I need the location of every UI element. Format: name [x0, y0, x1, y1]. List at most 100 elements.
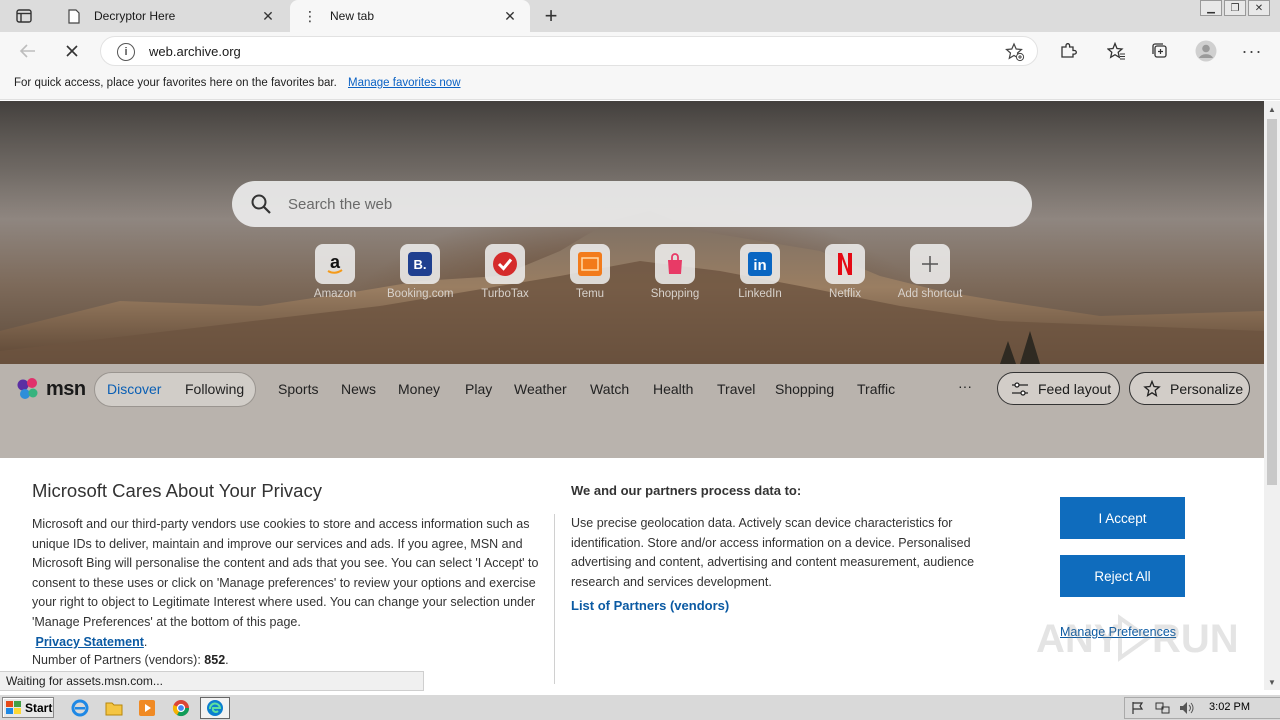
window-controls: ▁ ❐ ✕ — [1200, 0, 1270, 16]
shortcut-netflix[interactable]: Netflix — [812, 244, 878, 300]
info-icon[interactable]: i — [117, 43, 135, 61]
msn-logo[interactable]: msn — [16, 374, 86, 404]
feed-layout-button[interactable]: Feed layout — [997, 372, 1120, 405]
network-icon[interactable] — [1155, 701, 1171, 718]
back-button[interactable] — [16, 40, 40, 62]
profile-button[interactable] — [1194, 40, 1218, 62]
tab-decryptor[interactable]: Decryptor Here ✕ — [54, 0, 288, 32]
puzzle-icon — [1061, 43, 1077, 58]
feed-layout-label: Feed layout — [1038, 380, 1112, 397]
tab-title: Decryptor Here — [94, 9, 176, 23]
stop-loading-button[interactable] — [60, 40, 84, 62]
svg-text:a: a — [330, 252, 341, 272]
shortcut-shopping[interactable]: Shopping — [642, 244, 708, 300]
consent-title: Microsoft Cares About Your Privacy — [32, 480, 322, 501]
tab-following[interactable]: Following — [185, 381, 244, 397]
avatar-icon — [1195, 40, 1217, 62]
vertical-scrollbar[interactable]: ▲ ▼ — [1264, 101, 1280, 690]
tab-title: New tab — [330, 9, 375, 23]
purposes-text: Use precise geolocation data. Actively s… — [571, 516, 975, 589]
nav-travel[interactable]: Travel — [717, 381, 755, 397]
add-favorite-icon[interactable] — [1005, 42, 1025, 62]
anyrun-watermark-logo: ANY RUN — [1036, 614, 1236, 662]
search-input[interactable] — [288, 189, 988, 219]
file-explorer-icon[interactable] — [104, 698, 124, 718]
shortcut-add[interactable]: Add shortcut — [897, 244, 963, 300]
tab-new-tab[interactable]: ⋮ New tab ✕ — [290, 0, 530, 32]
scroll-down-icon[interactable]: ▼ — [1264, 674, 1280, 690]
accept-button[interactable]: I Accept — [1060, 497, 1185, 539]
nav-health[interactable]: Health — [653, 381, 693, 397]
close-window-button[interactable]: ✕ — [1248, 0, 1270, 16]
vendors-list-link[interactable]: List of Partners (vendors) — [571, 598, 729, 613]
svg-text:in: in — [753, 257, 766, 274]
tab-actions-button[interactable] — [8, 6, 40, 26]
loading-icon: ⋮ — [303, 7, 317, 24]
partners-count-row: Number of Partners (vendors): 852. — [32, 653, 229, 667]
scroll-thumb[interactable] — [1267, 119, 1277, 485]
nav-money[interactable]: Money — [398, 381, 440, 397]
nav-news[interactable]: News — [341, 381, 376, 397]
nav-shopping[interactable]: Shopping — [775, 381, 834, 397]
consent-body-text: Microsoft and our third-party vendors us… — [32, 517, 539, 629]
windows-logo-icon — [6, 700, 21, 714]
web-search-box[interactable] — [232, 181, 1032, 227]
shortcut-booking[interactable]: B. Booking.com — [387, 244, 453, 300]
favorites-button[interactable] — [1104, 40, 1128, 62]
system-tray: 3:02 PM — [1124, 697, 1280, 719]
flag-icon[interactable] — [1131, 701, 1145, 718]
url-text[interactable]: web.archive.org — [149, 44, 241, 59]
partners-count: 852 — [204, 653, 226, 667]
collections-button[interactable] — [1148, 40, 1172, 62]
consent-body: Microsoft and our third-party vendors us… — [32, 517, 539, 649]
background-image: a Amazon B. Booking.com TurboTax — [0, 101, 1264, 364]
edge-icon[interactable] — [200, 697, 230, 719]
reject-all-button[interactable]: Reject All — [1060, 555, 1185, 597]
privacy-statement-link[interactable]: Privacy Statement — [35, 635, 143, 649]
nav-play[interactable]: Play — [465, 381, 492, 397]
shortcut-label: Netflix — [829, 288, 861, 300]
nav-watch[interactable]: Watch — [590, 381, 629, 397]
extensions-button[interactable] — [1056, 40, 1080, 62]
msn-butterfly-icon — [17, 378, 38, 399]
temu-icon — [570, 244, 610, 284]
tab-actions-icon — [16, 9, 32, 23]
restore-button[interactable]: ❐ — [1224, 0, 1246, 16]
start-button[interactable]: Start — [2, 697, 54, 718]
minimize-button[interactable]: ▁ — [1200, 0, 1222, 16]
shortcut-label: Add shortcut — [897, 288, 963, 300]
address-bar[interactable]: i web.archive.org — [100, 36, 1038, 66]
nav-traffic[interactable]: Traffic — [857, 381, 895, 397]
tab-discover[interactable]: Discover — [100, 375, 178, 405]
netflix-icon — [825, 244, 865, 284]
manage-favorites-link[interactable]: Manage favorites now — [348, 77, 461, 89]
close-tab-icon[interactable]: ✕ — [260, 8, 276, 24]
scroll-up-icon[interactable]: ▲ — [1264, 101, 1280, 117]
volume-icon[interactable] — [1179, 701, 1195, 718]
msn-navigation: msn Discover Following Sports News Money… — [0, 364, 1264, 458]
shortcut-amazon[interactable]: a Amazon — [302, 244, 368, 300]
privacy-consent-dialog: Microsoft Cares About Your Privacy Micro… — [0, 458, 1264, 690]
turbotax-icon — [485, 244, 525, 284]
favorites-bar: For quick access, place your favorites h… — [0, 70, 1280, 100]
chrome-icon[interactable] — [171, 698, 191, 718]
more-nav-button[interactable]: ··· — [958, 378, 972, 394]
shortcut-label: TurboTax — [481, 288, 529, 300]
purposes-heading: We and our partners process data to: — [571, 483, 802, 498]
media-player-icon[interactable] — [137, 698, 157, 718]
shortcut-linkedin[interactable]: in LinkedIn — [727, 244, 793, 300]
new-tab-button[interactable]: + — [540, 5, 562, 27]
shortcut-turbotax[interactable]: TurboTax — [472, 244, 538, 300]
clock[interactable]: 3:02 PM — [1209, 701, 1250, 713]
close-icon — [66, 45, 78, 57]
nav-weather[interactable]: Weather — [514, 381, 567, 397]
start-label: Start — [25, 700, 53, 715]
favorites-hint: For quick access, place your favorites h… — [14, 77, 337, 89]
tab-strip: Decryptor Here ✕ ⋮ New tab ✕ + ▁ ❐ ✕ — [0, 0, 1280, 32]
close-tab-icon[interactable]: ✕ — [502, 8, 518, 24]
personalize-button[interactable]: Personalize — [1129, 372, 1250, 405]
nav-sports[interactable]: Sports — [278, 381, 318, 397]
internet-explorer-icon[interactable] — [70, 698, 90, 718]
settings-more-button[interactable]: ··· — [1240, 40, 1264, 62]
shortcut-temu[interactable]: Temu — [557, 244, 623, 300]
